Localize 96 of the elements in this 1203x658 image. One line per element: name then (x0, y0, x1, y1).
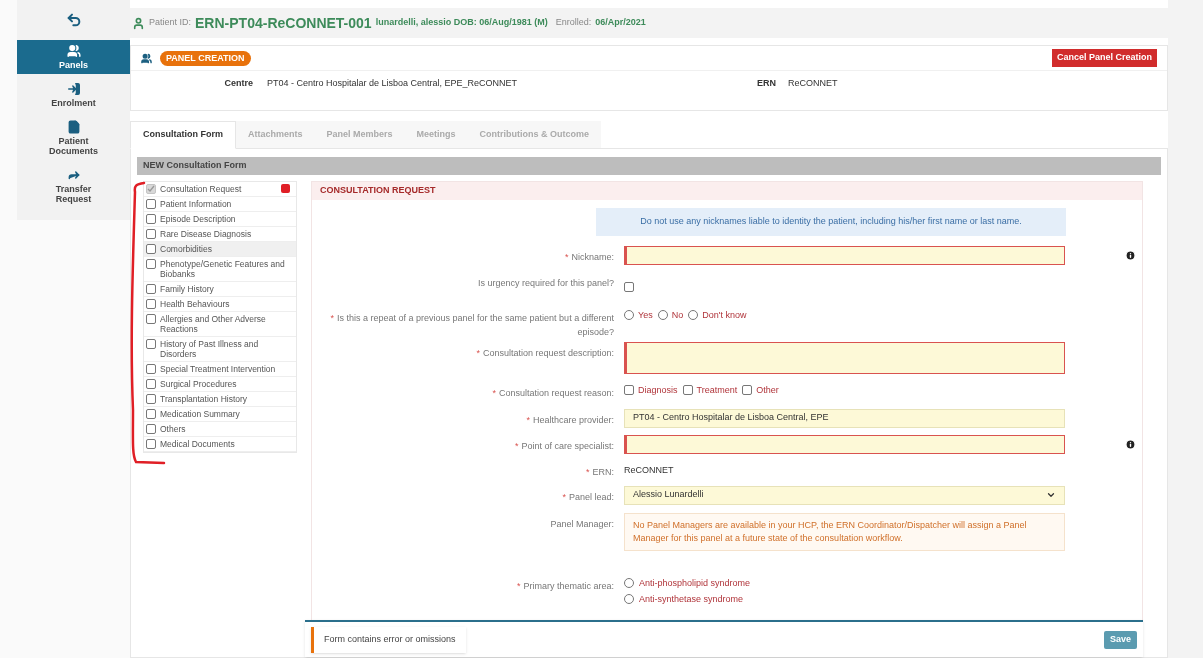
nav-item[interactable]: Panels (17, 40, 130, 74)
field-label: Is urgency required for this panel? (477, 277, 614, 288)
checkbox[interactable] (742, 385, 753, 396)
checkbox[interactable] (682, 385, 693, 396)
patient-details: lunardelli, alessio DOB: 06/Aug/1981 (M) (375, 16, 548, 30)
section-item[interactable]: Health Behaviours (144, 297, 296, 312)
checkbox[interactable] (146, 229, 156, 239)
section-item[interactable]: Phenotype/Genetic Features and Biobanks (144, 257, 296, 282)
nav-icon (66, 82, 81, 96)
notice-message: Do not use any nicknames liable to identity the patient, including his/her first name or last name. (596, 208, 1066, 236)
field-value: ReCONNET (624, 463, 674, 477)
nav-item[interactable]: Patient Documents (17, 116, 130, 160)
select-field[interactable]: Alessio Lunardelli (624, 485, 1065, 505)
section-item[interactable]: Transplantation History (144, 392, 296, 407)
text-field[interactable] (624, 245, 1065, 265)
section-item[interactable]: Others (144, 422, 296, 437)
cancel-button[interactable]: Cancel Panel Creation (1051, 49, 1157, 67)
checkbox[interactable] (146, 214, 156, 224)
checkbox[interactable] (146, 199, 156, 209)
section-item[interactable]: Patient Information (144, 197, 296, 212)
option-label: No (671, 308, 684, 322)
nav-item[interactable]: Transfer Request (17, 164, 130, 208)
back-icon[interactable] (65, 12, 82, 28)
checkbox[interactable] (146, 299, 156, 309)
checkbox[interactable] (146, 314, 156, 324)
patient-id: ERN-PT04-ReCONNET-001 (195, 13, 372, 33)
text-field[interactable]: PT04 - Centro Hospitalar de Lisboa Central, EPE (624, 408, 1065, 428)
section-item[interactable]: Comorbidities (144, 242, 296, 257)
radio-button[interactable] (624, 310, 634, 321)
patient-id-label: Patient ID: (149, 16, 192, 30)
option-label: Other (756, 383, 779, 397)
option-label: Don't know (702, 308, 747, 322)
section-item[interactable]: Rare Disease Diagnosis (144, 227, 296, 242)
patient-icon (132, 16, 145, 30)
tab[interactable]: Consultation Form (130, 121, 236, 149)
checkbox[interactable] (146, 439, 156, 449)
text-area[interactable] (624, 341, 1065, 374)
checkbox[interactable] (624, 385, 634, 396)
checkbox[interactable] (146, 379, 156, 389)
chevron-down-icon (1046, 490, 1056, 500)
section-item[interactable]: History of Past Illness and Disorders (144, 337, 296, 362)
nav-icon (66, 120, 81, 134)
field-label: * Point of care specialist: (514, 440, 614, 451)
checkbox[interactable] (146, 409, 156, 419)
field-label: * Consultation request reason: (492, 387, 614, 398)
option-label: Treatment (696, 383, 738, 397)
checkbox[interactable] (146, 339, 156, 349)
field-label: * Primary thematic area: (516, 580, 614, 591)
option-label: Anti-synthetase syndrome (639, 592, 744, 605)
radio-button[interactable] (688, 310, 699, 321)
checkbox[interactable] (146, 259, 156, 269)
option-label: Anti-phospholipid syndrome (639, 576, 751, 589)
section-item[interactable]: Family History (144, 282, 296, 297)
section-item[interactable]: Allergies and Other Adverse Reactions (144, 312, 296, 337)
section-item[interactable]: Medication Summary (144, 407, 296, 422)
field-label: * ERN: (585, 466, 614, 477)
status-badge: PANEL CREATION (160, 50, 251, 66)
field-label: * Is this a repeat of a previous panel for the same patient but a different episode? (330, 312, 614, 337)
nav-icon (66, 168, 81, 182)
radio-button[interactable] (624, 577, 634, 588)
field-label: * Consultation request description: (476, 347, 614, 358)
check-icon (147, 185, 155, 193)
users-icon (141, 52, 152, 64)
checkbox[interactable] (146, 284, 156, 294)
checkbox[interactable] (146, 424, 156, 434)
section-item[interactable]: Surgical Procedures (144, 377, 296, 392)
radio-button[interactable] (657, 310, 668, 321)
text-field[interactable] (624, 434, 1065, 454)
option-label: Diagnosis (638, 383, 678, 397)
checkbox[interactable] (146, 364, 156, 374)
option-label: Yes (638, 308, 653, 322)
error-message: Form contains error or omissions (311, 626, 466, 653)
info-icon[interactable] (1125, 438, 1136, 450)
field-label: * Healthcare provider: (526, 414, 614, 425)
warning-message: No Panel Managers are available in your HCP, the ERN Coordinator/Dispatcher will assign a Panel Manager for this panel at a future state of the consultation workflow. (624, 512, 1065, 551)
section-item[interactable]: Special Treatment Intervention (144, 362, 296, 377)
checkbox[interactable] (146, 394, 156, 404)
nav-icon (66, 44, 81, 58)
ern-value: ReCONNET (788, 77, 838, 91)
info-icon[interactable] (1125, 249, 1136, 261)
field-label: Panel Manager: (550, 518, 614, 529)
section-item[interactable]: Medical Documents (144, 437, 296, 452)
nav-item[interactable]: Enrolment (17, 78, 130, 112)
section-item[interactable]: Episode Description (144, 212, 296, 227)
section-header: CONSULTATION REQUEST (312, 182, 1142, 200)
field-label: * Panel lead: (562, 491, 614, 502)
checkbox[interactable] (624, 281, 634, 292)
enrolled-date: 06/Apr/2021 (595, 16, 646, 30)
field-label: * Nickname: (564, 251, 614, 262)
form-header: NEW Consultation Form (137, 157, 1161, 175)
enrolled-label: Enrolled: (555, 16, 592, 30)
centre-value: PT04 - Centro Hospitalar de Lisboa Central, EPE_ReCONNET (267, 77, 519, 91)
ern-label: ERN (757, 77, 776, 91)
radio-button[interactable] (624, 593, 634, 604)
checkbox[interactable] (146, 244, 156, 254)
centre-label: Centre (223, 77, 253, 91)
